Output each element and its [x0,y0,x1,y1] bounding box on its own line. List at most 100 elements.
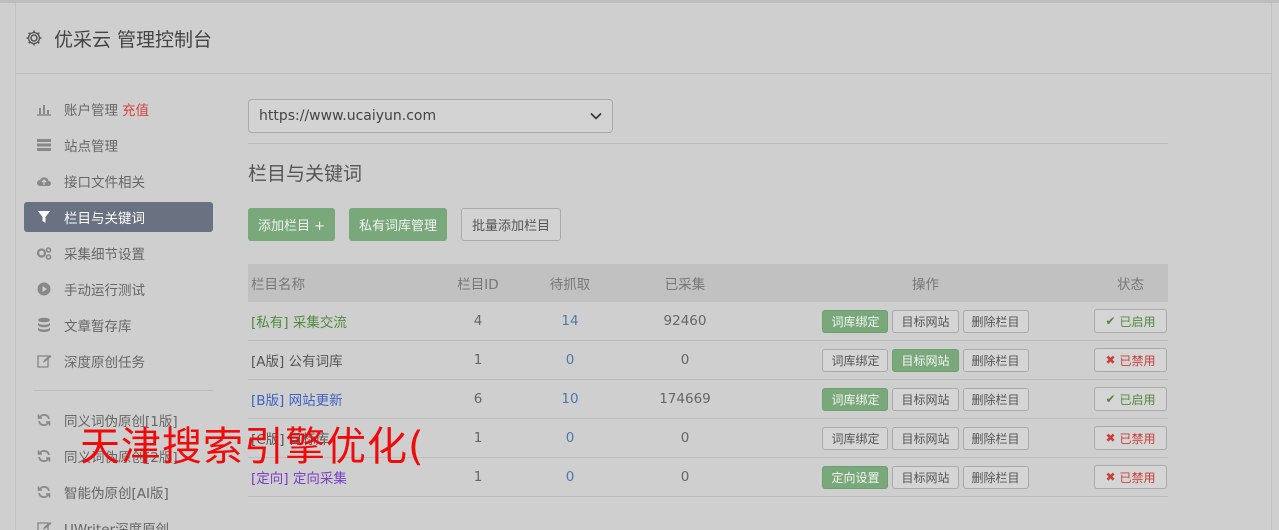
column-name-link[interactable]: [B版] 网站更新 [248,389,428,409]
row-actions: 定向设置 目标网站 删除栏目 [758,465,1093,489]
close-icon: ✖ [1105,431,1116,445]
sidebar-item-uwriter[interactable]: UWriter深度原创 [24,513,213,530]
close-icon: ✖ [1105,470,1116,484]
toolbar: 添加栏目 + 私有词库管理 批量添加栏目 [248,208,575,241]
column-name: 公有词库 [288,354,343,370]
sidebar-item-api-files[interactable]: 接口文件相关 [24,166,213,196]
col-header-id: 栏目ID [457,277,499,293]
table-header: 栏目名称 栏目ID 待抓取 已采集 操作 状态 [248,264,1168,302]
target-site-button[interactable]: 目标网站 [892,387,959,411]
edit-icon [35,519,53,530]
section-divider [248,143,1168,144]
bind-lexicon-button[interactable]: 词库绑定 [822,309,889,333]
column-name: 采集交流 [292,315,347,331]
status-toggle[interactable]: ✖ 已禁用 [1094,426,1167,450]
column-name-link[interactable]: [私有] 采集交流 [248,311,428,331]
col-header-collected: 已采集 [664,277,706,293]
column-id: 1 [473,430,483,446]
target-site-button[interactable]: 目标网站 [892,426,959,450]
collected-count: 0 [680,469,690,485]
sidebar-item-label: 深度原创任务 [64,355,145,371]
filter-icon [35,208,53,226]
site-select-value: https://www.ucaiyun.com [259,108,437,124]
recharge-link[interactable]: 充值 [122,99,149,119]
refresh-icon [35,447,53,465]
target-site-button[interactable]: 目标网站 [892,465,959,489]
column-id: 1 [473,469,483,485]
sidebar-item-label: 账户管理 [64,103,118,119]
status-toggle[interactable]: ✔ 已启用 [1094,387,1167,411]
watermark-text: 天津搜索引擎优化( [80,424,425,470]
status-label: 已启用 [1119,392,1156,407]
column-id: 6 [473,391,483,407]
batch-add-column-button[interactable]: 批量添加栏目 [461,208,562,241]
sidebar-item-deep-original[interactable]: 深度原创任务 [24,346,213,376]
sidebar-item-ai-rewrite[interactable]: 智能伪原创[AI版] [24,477,213,507]
table-row: [A版] 公有词库 1 0 0 词库绑定 目标网站 删除栏目 ✖ 已禁用 [248,341,1168,380]
add-column-button[interactable]: 添加栏目 + [248,208,336,241]
header: 优采云 管理控制台 [16,3,1272,74]
edit-icon [35,352,53,370]
sidebar-item-article-store[interactable]: 文章暂存库 [24,310,213,340]
pending-count[interactable]: 14 [528,313,612,329]
pending-count[interactable]: 0 [528,352,612,368]
bind-lexicon-button[interactable]: 词库绑定 [822,348,889,372]
sidebar-item-label: 智能伪原创[AI版] [64,486,169,502]
main-content: https://www.ucaiyun.com 栏目与关键词 添加栏目 + 私有… [248,99,1168,497]
delete-column-button[interactable]: 删除栏目 [962,426,1029,450]
bind-lexicon-button[interactable]: 词库绑定 [822,387,889,411]
status-toggle[interactable]: ✔ 已启用 [1094,309,1167,333]
column-name-link[interactable]: [A版] 公有词库 [248,350,428,370]
status-label: 已禁用 [1119,470,1156,485]
cloud-upload-icon [35,172,53,190]
target-site-button[interactable]: 目标网站 [892,309,959,333]
status-label: 已禁用 [1119,353,1156,368]
column-name: 网站更新 [288,393,343,409]
gear-icon [24,28,44,48]
sidebar-item-collect-settings[interactable]: 采集细节设置 [24,238,213,268]
collected-count: 92460 [663,313,707,329]
bind-lexicon-button[interactable]: 词库绑定 [822,426,889,450]
page-title: 栏目与关键词 [248,163,363,185]
sidebar-item-columns-keywords[interactable]: 栏目与关键词 [24,202,213,232]
sidebar-item-label: 站点管理 [64,139,118,155]
pending-count[interactable]: 0 [528,469,612,485]
delete-column-button[interactable]: 删除栏目 [962,387,1029,411]
frame-left-border [15,3,16,530]
sidebar-item-label: 栏目与关键词 [64,211,145,227]
refresh-icon [35,483,53,501]
delete-column-button[interactable]: 删除栏目 [962,465,1029,489]
pending-count[interactable]: 0 [528,430,612,446]
play-circle-icon [35,280,53,298]
sidebar-item-manual-run[interactable]: 手动运行测试 [24,274,213,304]
row-actions: 词库绑定 目标网站 删除栏目 [758,426,1093,450]
check-icon: ✔ [1105,392,1116,406]
column-id: 1 [473,352,483,368]
sidebar-item-account[interactable]: 账户管理 充值 [24,94,213,124]
row-actions: 词库绑定 目标网站 删除栏目 [758,387,1093,411]
directed-settings-button[interactable]: 定向设置 [822,465,889,489]
sidebar-divider [34,390,213,391]
sidebar-item-label: 接口文件相关 [64,175,145,191]
status-toggle[interactable]: ✖ 已禁用 [1094,348,1167,372]
sidebar-item-label: 文章暂存库 [64,319,132,335]
target-site-button[interactable]: 目标网站 [892,348,959,372]
collected-count: 0 [680,430,690,446]
private-lexicon-button[interactable]: 私有词库管理 [349,208,448,241]
status-label: 已禁用 [1119,431,1156,446]
sidebar-item-label: UWriter深度原创 [64,522,170,530]
status-label: 已启用 [1119,314,1156,329]
sidebar-item-sites[interactable]: 站点管理 [24,130,213,160]
column-tag: [私有] [251,315,289,331]
sidebar-item-label: 采集细节设置 [64,247,145,263]
database-icon [35,316,53,334]
frame-right-border [1271,3,1272,530]
pending-count[interactable]: 10 [528,391,612,407]
delete-column-button[interactable]: 删除栏目 [962,309,1029,333]
delete-column-button[interactable]: 删除栏目 [962,348,1029,372]
table-row: [私有] 采集交流 4 14 92460 词库绑定 目标网站 删除栏目 ✔ 已启… [248,302,1168,341]
server-icon [35,136,53,154]
column-tag: [定向] [251,471,289,487]
status-toggle[interactable]: ✖ 已禁用 [1094,465,1167,489]
site-select[interactable]: https://www.ucaiyun.com [248,99,613,133]
